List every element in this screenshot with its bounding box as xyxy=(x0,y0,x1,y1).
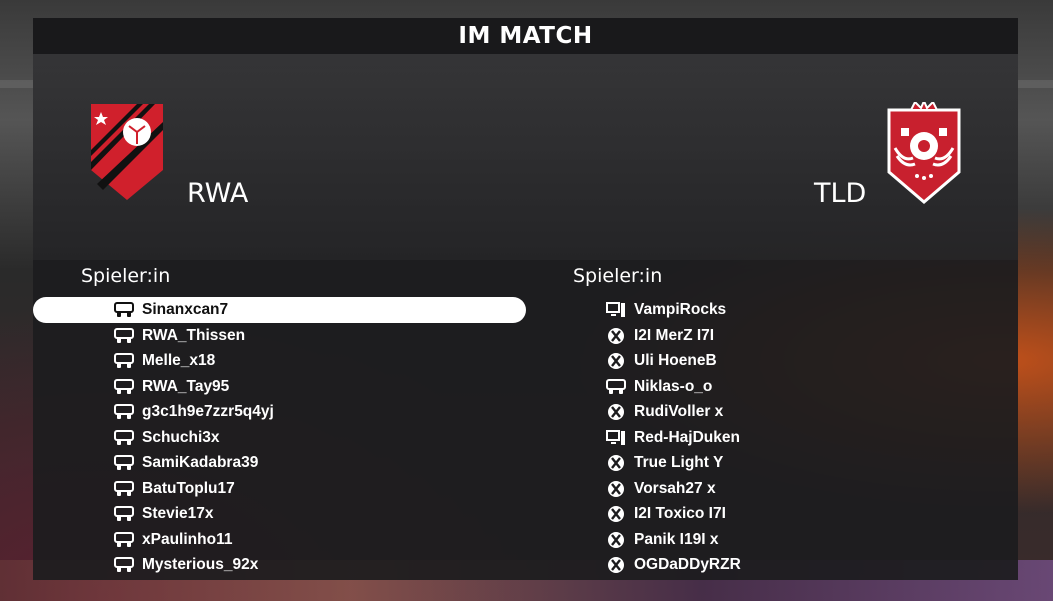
home-player-row[interactable]: RWA_Thissen xyxy=(113,323,245,349)
player-name: Panik I19I x xyxy=(634,530,719,548)
home-player-row[interactable]: SamiKadabra39 xyxy=(113,450,258,476)
xbox-icon xyxy=(605,403,627,421)
playstation-icon xyxy=(113,454,135,472)
home-team-crest xyxy=(91,104,163,200)
player-name: BatuToplu17 xyxy=(142,479,235,497)
match-panel: IM MATCH RWA TLD Spieler:in Spieler:in S… xyxy=(33,18,1018,580)
playstation-icon xyxy=(113,505,135,523)
away-player-row[interactable]: I2I MerZ I7I xyxy=(605,323,714,349)
player-name: I2I Toxico I7I xyxy=(634,505,726,522)
xbox-icon xyxy=(605,352,627,370)
xbox-icon xyxy=(605,531,627,549)
away-player-row[interactable]: OGDaDDyRZR xyxy=(605,552,741,578)
away-player-row[interactable]: Red-HajDuken xyxy=(605,425,740,451)
playstation-icon xyxy=(113,531,135,549)
home-player-row[interactable]: RWA_Tay95 xyxy=(113,374,229,400)
player-name: Red-HajDuken xyxy=(634,428,740,446)
home-player-row[interactable]: g3c1h9e7zzr5q4yj xyxy=(113,399,274,425)
player-name: g3c1h9e7zzr5q4yj xyxy=(142,403,274,420)
home-team-name: RWA xyxy=(187,178,249,209)
xbox-icon xyxy=(605,327,627,345)
playstation-icon xyxy=(113,352,135,370)
playstation-icon xyxy=(113,556,135,574)
player-name: xPaulinho11 xyxy=(142,530,233,548)
xbox-icon xyxy=(605,556,627,574)
playstation-icon xyxy=(113,327,135,345)
player-name: Melle_x18 xyxy=(142,352,216,369)
away-player-row[interactable]: Niklas-o_o xyxy=(605,374,712,400)
playstation-icon xyxy=(113,378,135,396)
away-player-row[interactable]: RudiVoller x xyxy=(605,399,723,425)
playstation-icon xyxy=(113,301,135,319)
player-name: RWA_Tay95 xyxy=(142,377,230,395)
pc-icon xyxy=(605,429,627,447)
home-player-row[interactable]: Sinanxcan7 xyxy=(113,297,228,323)
selection-highlight xyxy=(33,297,526,323)
player-name: Vorsah27 x xyxy=(634,479,716,497)
player-name: Schuchi3x xyxy=(142,428,220,446)
playstation-icon xyxy=(113,429,135,447)
player-name: VampiRocks xyxy=(634,301,727,318)
away-team-crest xyxy=(887,102,961,204)
away-player-row[interactable]: True Light Y xyxy=(605,450,723,476)
home-player-row[interactable]: Schuchi3x xyxy=(113,425,220,451)
player-name: I2I MerZ I7I xyxy=(634,326,715,344)
page-title: IM MATCH xyxy=(458,23,593,49)
player-name: OGDaDDyRZR xyxy=(634,556,741,573)
xbox-icon xyxy=(605,480,627,498)
away-player-row[interactable]: Vorsah27 x xyxy=(605,476,716,502)
playstation-icon xyxy=(113,403,135,421)
away-player-row[interactable]: Uli HoeneB xyxy=(605,348,717,374)
home-players-header: Spieler:in xyxy=(81,265,171,287)
home-player-row[interactable]: Stevie17x xyxy=(113,501,214,527)
player-name: True Light Y xyxy=(634,454,724,471)
away-player-row[interactable]: I2I Toxico I7I xyxy=(605,501,726,527)
teams-header: RWA TLD xyxy=(33,54,1018,260)
away-team-name: TLD xyxy=(814,178,867,209)
player-name: Niklas-o_o xyxy=(634,377,713,395)
away-players-header: Spieler:in xyxy=(573,265,663,287)
player-name: Mysterious_92x xyxy=(142,556,259,573)
away-player-row[interactable]: VampiRocks xyxy=(605,297,726,323)
xbox-icon xyxy=(605,505,627,523)
title-bar: IM MATCH xyxy=(33,18,1018,54)
home-player-row[interactable]: BatuToplu17 xyxy=(113,476,235,502)
player-name: SamiKadabra39 xyxy=(142,454,259,471)
xbox-icon xyxy=(605,454,627,472)
player-name: Sinanxcan7 xyxy=(142,301,229,318)
pc-icon xyxy=(605,301,627,319)
home-player-row[interactable]: Melle_x18 xyxy=(113,348,215,374)
home-player-row[interactable]: xPaulinho11 xyxy=(113,527,232,553)
player-name: Uli HoeneB xyxy=(634,352,717,369)
playstation-icon xyxy=(605,378,627,396)
player-name: RWA_Thissen xyxy=(142,326,246,344)
home-player-row[interactable]: Mysterious_92x xyxy=(113,552,258,578)
away-player-row[interactable]: Panik I19I x xyxy=(605,527,718,553)
player-name: Stevie17x xyxy=(142,505,214,522)
playstation-icon xyxy=(113,480,135,498)
player-name: RudiVoller x xyxy=(634,403,724,420)
